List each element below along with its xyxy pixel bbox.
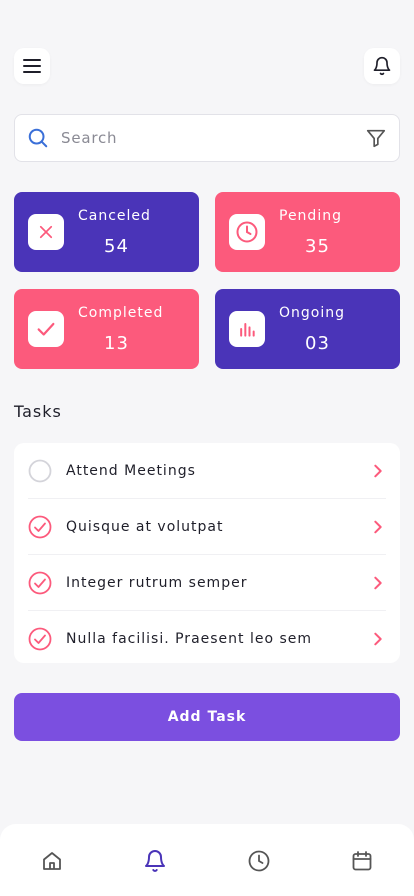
- canceled-card-icon-box: [28, 214, 64, 250]
- task-item-attend-meetings[interactable]: Attend Meetings: [28, 443, 386, 499]
- chevron-right-icon[interactable]: [370, 631, 386, 647]
- task-label: Attend Meetings: [66, 462, 196, 479]
- nav-notifications[interactable]: [135, 841, 175, 881]
- canceled-count: 54: [104, 236, 129, 257]
- completed-card[interactable]: Completed 13: [14, 289, 199, 369]
- pending-label: Pending: [279, 208, 342, 224]
- hamburger-menu-icon: [23, 59, 41, 73]
- nav-home[interactable]: [32, 841, 72, 881]
- notifications-button[interactable]: [364, 48, 400, 84]
- task-label: Quisque at volutpat: [66, 518, 224, 535]
- task-item-nulla[interactable]: Nulla facilisi. Praesent leo sem: [28, 611, 386, 667]
- home-icon: [42, 852, 61, 870]
- search-icon: [28, 128, 48, 148]
- bell-icon: [373, 56, 391, 76]
- search-input[interactable]: [61, 129, 365, 147]
- add-task-button[interactable]: Add Task: [14, 693, 400, 741]
- task-item-integer[interactable]: Integer rutrum semper: [28, 555, 386, 611]
- check-icon: [37, 322, 55, 336]
- close-icon: [39, 225, 53, 239]
- nav-calendar[interactable]: [342, 841, 382, 881]
- ongoing-count: 03: [305, 333, 330, 354]
- chevron-right-icon[interactable]: [370, 575, 386, 591]
- checked-circle-icon[interactable]: [28, 515, 52, 539]
- task-item-quisque[interactable]: Quisque at volutpat: [28, 499, 386, 555]
- pending-card-icon-box: [229, 214, 265, 250]
- task-label: Integer rutrum semper: [66, 574, 248, 591]
- canceled-card[interactable]: Canceled 54: [14, 192, 199, 272]
- ongoing-label: Ongoing: [279, 305, 345, 321]
- nav-history[interactable]: [239, 841, 279, 881]
- calendar-icon: [352, 851, 372, 871]
- bar-chart-icon: [240, 323, 255, 337]
- chevron-right-icon[interactable]: [370, 519, 386, 535]
- completed-card-icon-box: [28, 311, 64, 347]
- ongoing-card-icon-box: [229, 311, 265, 347]
- clock-icon: [236, 221, 258, 243]
- search-bar: [14, 114, 400, 162]
- menu-button[interactable]: [14, 48, 50, 84]
- checked-circle-icon[interactable]: [28, 571, 52, 595]
- tasks-heading: Tasks: [14, 402, 62, 421]
- completed-count: 13: [104, 333, 129, 354]
- top-bar: [14, 48, 400, 84]
- ongoing-card[interactable]: Ongoing 03: [215, 289, 400, 369]
- bell-icon: [145, 850, 166, 872]
- task-label: Nulla facilisi. Praesent leo sem: [66, 631, 313, 647]
- checked-circle-icon[interactable]: [28, 627, 52, 651]
- filter-icon[interactable]: [365, 127, 387, 149]
- clock-icon: [248, 850, 270, 872]
- unchecked-circle-icon[interactable]: [28, 459, 52, 483]
- canceled-label: Canceled: [78, 208, 151, 224]
- chevron-right-icon[interactable]: [370, 463, 386, 479]
- task-list: Attend Meetings Quisque at volutpat Inte…: [14, 443, 400, 663]
- status-cards: Canceled 54 Pending 35 Completed 13 Ongo…: [14, 192, 400, 369]
- pending-count: 35: [305, 236, 330, 257]
- pending-card[interactable]: Pending 35: [215, 192, 400, 272]
- completed-label: Completed: [78, 305, 164, 321]
- bottom-nav: [0, 824, 414, 896]
